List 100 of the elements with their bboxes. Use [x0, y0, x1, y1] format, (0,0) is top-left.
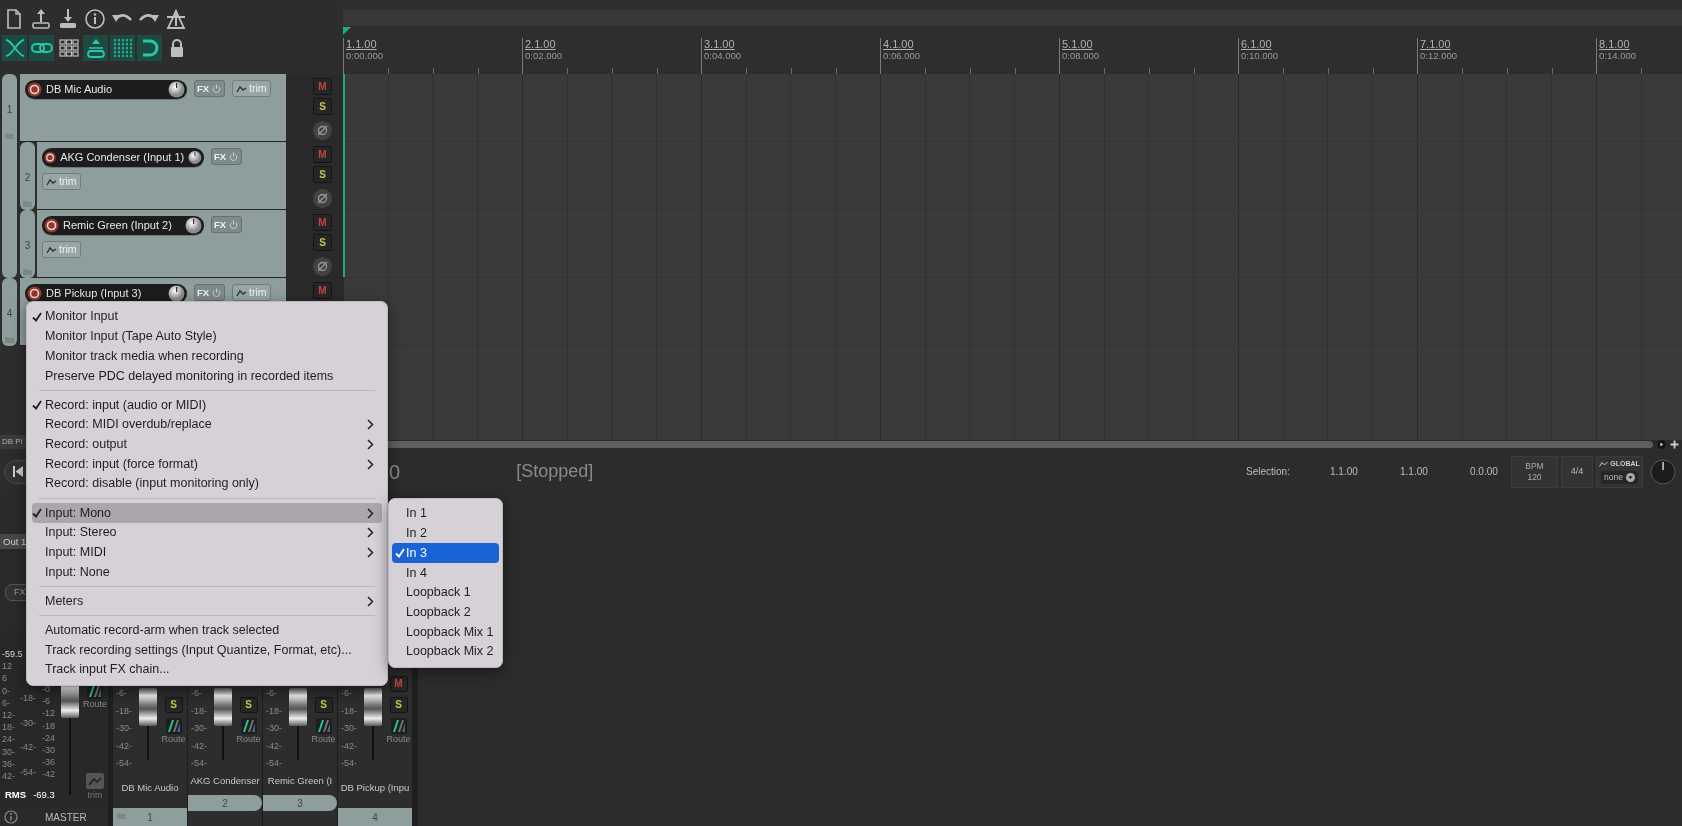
volume-fader[interactable]	[288, 688, 308, 760]
route-button[interactable]: Route	[236, 718, 261, 744]
track-name[interactable]: DB Pickup (Input 3)	[46, 285, 164, 302]
bar-label: 4.1.00	[883, 38, 914, 50]
envelope-icon	[236, 288, 247, 297]
track-number-tab[interactable]: 4	[338, 808, 412, 826]
record-arm-button[interactable]	[44, 150, 57, 165]
time-label: 0:00.000	[346, 50, 383, 61]
meter-scale-label: 0-	[2, 684, 10, 697]
upload-icon[interactable]	[30, 8, 52, 30]
crossfade-toggle[interactable]	[2, 35, 27, 61]
meter-scale-label: -36	[42, 756, 55, 769]
track-number: 3	[297, 796, 303, 811]
volume-knob[interactable]	[168, 81, 185, 98]
bar-label: 2.1.00	[525, 38, 556, 50]
track-name[interactable]: DB Mic Audio	[46, 81, 164, 98]
solo-button[interactable]: S	[239, 697, 258, 713]
solo-button[interactable]: S	[313, 234, 332, 251]
menu-item[interactable]: Track recording settings (Input Quantize, Format, etc)...	[32, 640, 382, 660]
rotary-knob[interactable]	[1650, 458, 1676, 485]
track-number-tab[interactable]: 3	[263, 795, 337, 811]
envelope-icon	[86, 773, 104, 789]
route-button[interactable]: Route	[311, 718, 336, 744]
track-name[interactable]: AKG Condenser (Input 1)	[60, 149, 185, 166]
solo-button[interactable]: S	[313, 166, 332, 183]
download-icon[interactable]	[57, 8, 79, 30]
menu-item[interactable]: Preserve PDC delayed monitoring in recorded items	[32, 366, 382, 386]
folder-icon	[23, 200, 32, 207]
time-label: 0:02.000	[525, 50, 562, 61]
menu-item[interactable]: Record: MIDI overdub/replace	[32, 414, 382, 435]
menu-item[interactable]: Record: disable (input monitoring only)	[32, 474, 382, 494]
meter-scale-label: -6-	[191, 687, 202, 700]
automation-mode-dropdown[interactable]: none	[1601, 471, 1638, 485]
volume-fader[interactable]	[138, 688, 158, 760]
phase-button[interactable]	[313, 257, 332, 276]
menu-item[interactable]: Monitor track media when recording	[32, 346, 382, 367]
record-arm-button[interactable]	[44, 218, 59, 233]
time-signature[interactable]: 4/4	[1561, 455, 1593, 488]
meter-scale-label: 6-	[2, 696, 10, 709]
bpm-value[interactable]: 120	[1527, 473, 1542, 482]
solo-button[interactable]: S	[164, 697, 183, 713]
meter-scale-label: 42-	[2, 770, 15, 783]
menu-item[interactable]: Monitor Input (Tape Auto Style)	[32, 326, 382, 347]
volume-knob[interactable]	[168, 285, 185, 302]
solo-button[interactable]: S	[313, 98, 332, 115]
menu-item[interactable]: In 2	[392, 523, 499, 544]
menu-item[interactable]: Loopback 2	[392, 602, 499, 623]
volume-knob[interactable]	[188, 149, 202, 166]
volume-fader[interactable]	[363, 688, 383, 760]
menu-item[interactable]: Record: input (force format)	[32, 454, 382, 474]
menu-item[interactable]: Input: None	[32, 562, 382, 582]
info-icon[interactable]	[84, 8, 106, 30]
menu-item[interactable]: Track input FX chain...	[32, 660, 382, 680]
volume-knob[interactable]	[185, 217, 202, 234]
power-icon	[212, 84, 222, 93]
track-number-tab[interactable]: 2	[188, 795, 262, 811]
menu-item[interactable]: Loopback Mix 1	[392, 622, 499, 642]
meter-scale-label: 36-	[2, 757, 15, 771]
ripple-toggle[interactable]	[83, 35, 108, 61]
menu-item[interactable]: Loopback 1	[392, 582, 499, 603]
meter-scale-label: -54-	[266, 757, 282, 770]
track-number: 1	[147, 810, 153, 825]
magnet-toggle[interactable]	[137, 35, 162, 61]
solo-button[interactable]: S	[314, 697, 333, 713]
time-label: 0:14.000	[1599, 50, 1636, 61]
meter-scale-label: 6	[2, 672, 7, 685]
track-name[interactable]: Remic Green (Input 2)	[63, 217, 181, 234]
metronome-icon[interactable]	[165, 8, 187, 30]
meter-scale-label: 30-	[2, 745, 15, 758]
menu-item[interactable]: Monitor Input	[32, 307, 382, 327]
rms-readout: -69.3	[33, 787, 55, 802]
menu-item[interactable]: In 1	[392, 504, 499, 524]
menu-item[interactable]: Loopback Mix 2	[392, 641, 499, 662]
grid-lines-toggle[interactable]	[110, 35, 135, 61]
envelope-icon	[236, 84, 247, 93]
link-toggle[interactable]	[29, 35, 54, 61]
menu-item[interactable]: Record: input (audio or MIDI)	[32, 395, 382, 415]
menu-item[interactable]: Automatic record-arm when track selected	[32, 620, 382, 641]
folder-icon	[5, 336, 14, 343]
menu-item[interactable]: In 4	[392, 563, 499, 583]
phase-button[interactable]	[313, 121, 332, 140]
route-button[interactable]: Route	[161, 718, 186, 744]
route-button[interactable]: Route	[386, 718, 411, 744]
meter-scale-label: -24	[42, 731, 55, 744]
volume-fader[interactable]	[213, 688, 233, 760]
menu-item[interactable]: Input: MIDI	[32, 542, 382, 563]
menu-item[interactable]: Input: Mono	[32, 503, 382, 523]
solo-button[interactable]: S	[389, 697, 408, 713]
meter-scale-label: -6-	[266, 687, 277, 700]
menu-item[interactable]: In 3	[392, 543, 499, 564]
menu-item[interactable]: Input: Stereo	[32, 522, 382, 543]
meter-scale-label: -18-	[116, 704, 132, 718]
record-arm-button[interactable]	[27, 286, 42, 301]
info-icon[interactable]	[4, 810, 18, 824]
meter-scale-label: -42-	[116, 739, 132, 753]
record-arm-button[interactable]	[27, 82, 42, 97]
track-number-tab[interactable]: 1	[113, 808, 187, 826]
meter-scale-label: -6	[42, 695, 50, 708]
phase-button[interactable]	[313, 189, 332, 208]
play-circle-icon[interactable]	[1657, 440, 1666, 449]
